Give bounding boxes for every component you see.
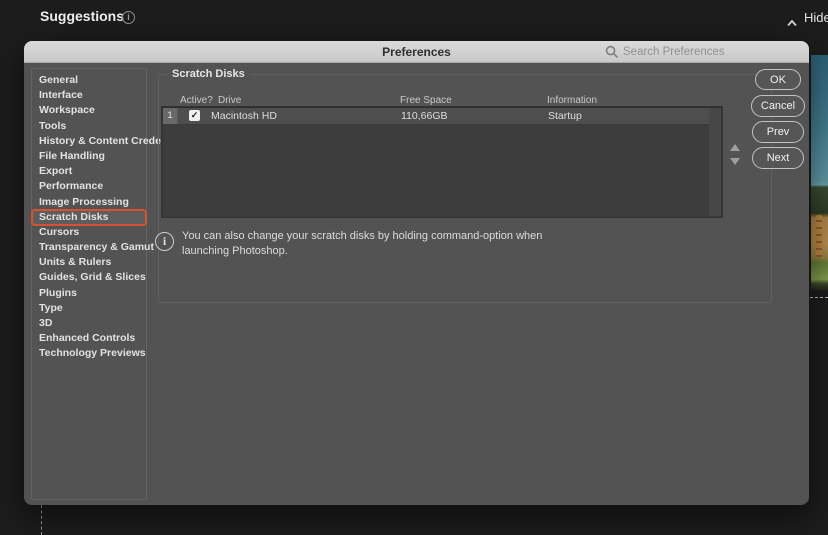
sidebar-item-type[interactable]: Type xyxy=(32,301,146,316)
sidebar-item-image-processing[interactable]: Image Processing xyxy=(32,195,146,210)
sidebar-item-guides-grid-slices[interactable]: Guides, Grid & Slices xyxy=(32,270,146,285)
scratch-disks-group-label: Scratch Disks xyxy=(167,68,250,80)
sidebar-item-plugins[interactable]: Plugins xyxy=(32,286,146,301)
preferences-sidebar: GeneralInterfaceWorkspaceToolsHistory & … xyxy=(31,68,147,500)
scratch-disks-note: You can also change your scratch disks b… xyxy=(182,229,558,258)
giraffe-photo-fragment xyxy=(816,215,822,257)
sidebar-item-interface[interactable]: Interface xyxy=(32,88,146,103)
sidebar-item-tools[interactable]: Tools xyxy=(32,119,146,134)
triangle-up-icon[interactable] xyxy=(730,144,740,151)
search-placeholder: Search Preferences xyxy=(623,46,725,58)
column-header-drive: Drive xyxy=(218,95,241,106)
info-icon[interactable]: i xyxy=(122,11,135,24)
info-circle-icon: i xyxy=(155,232,174,251)
information-cell: Startup xyxy=(548,110,582,122)
sidebar-item-workspace[interactable]: Workspace xyxy=(32,103,146,118)
sidebar-item-scratch-disks[interactable]: Scratch Disks xyxy=(32,210,146,225)
scratch-disks-table[interactable]: 1 ✓ Macintosh HD 110,66GB Startup xyxy=(161,106,723,218)
search-input[interactable]: Search Preferences xyxy=(602,44,802,61)
sidebar-item-transparency-gamut[interactable]: Transparency & Gamut xyxy=(32,240,146,255)
column-header-active: Active? xyxy=(180,95,213,106)
sidebar-item-general[interactable]: General xyxy=(32,73,146,88)
hide-button[interactable]: Hide xyxy=(804,10,828,25)
prev-button[interactable]: Prev xyxy=(752,121,804,143)
column-header-free-space: Free Space xyxy=(400,95,452,106)
active-checkbox[interactable]: ✓ xyxy=(189,110,200,121)
sidebar-item-file-handling[interactable]: File Handling xyxy=(32,149,146,164)
sidebar-item-performance[interactable]: Performance xyxy=(32,179,146,194)
suggestions-title: Suggestions xyxy=(40,8,124,24)
preferences-dialog: Preferences Search Preferences GeneralIn… xyxy=(24,41,809,505)
sidebar-item-cursors[interactable]: Cursors xyxy=(32,225,146,240)
dialog-header: Preferences Search Preferences xyxy=(24,41,809,63)
sidebar-item-export[interactable]: Export xyxy=(32,164,146,179)
sidebar-item-technology-previews[interactable]: Technology Previews xyxy=(32,346,146,361)
column-header-information: Information xyxy=(547,95,597,106)
sidebar-item-units-rulers[interactable]: Units & Rulers xyxy=(32,255,146,270)
selection-marquee-horizontal xyxy=(810,297,828,298)
sidebar-item-3d[interactable]: 3D xyxy=(32,316,146,331)
row-index: 1 xyxy=(163,108,178,124)
magnifier-icon xyxy=(605,45,619,59)
drive-cell: Macintosh HD xyxy=(211,110,277,122)
chevron-up-icon[interactable] xyxy=(786,14,798,32)
free-space-cell: 110,66GB xyxy=(401,110,448,122)
cancel-button[interactable]: Cancel xyxy=(751,95,805,117)
sidebar-item-history-content-credentials[interactable]: History & Content Credentials xyxy=(32,134,146,149)
ok-button[interactable]: OK xyxy=(755,69,801,90)
suggestions-topbar: Suggestions i Hide xyxy=(0,0,828,41)
sidebar-list: GeneralInterfaceWorkspaceToolsHistory & … xyxy=(32,69,146,362)
next-button[interactable]: Next xyxy=(752,147,804,169)
triangle-down-icon[interactable] xyxy=(730,158,740,165)
sidebar-item-enhanced-controls[interactable]: Enhanced Controls xyxy=(32,331,146,346)
table-scrollbar[interactable] xyxy=(709,108,721,216)
selection-marquee-vertical xyxy=(41,505,42,535)
scratch-disk-row[interactable]: 1 ✓ Macintosh HD 110,66GB Startup xyxy=(163,108,709,125)
